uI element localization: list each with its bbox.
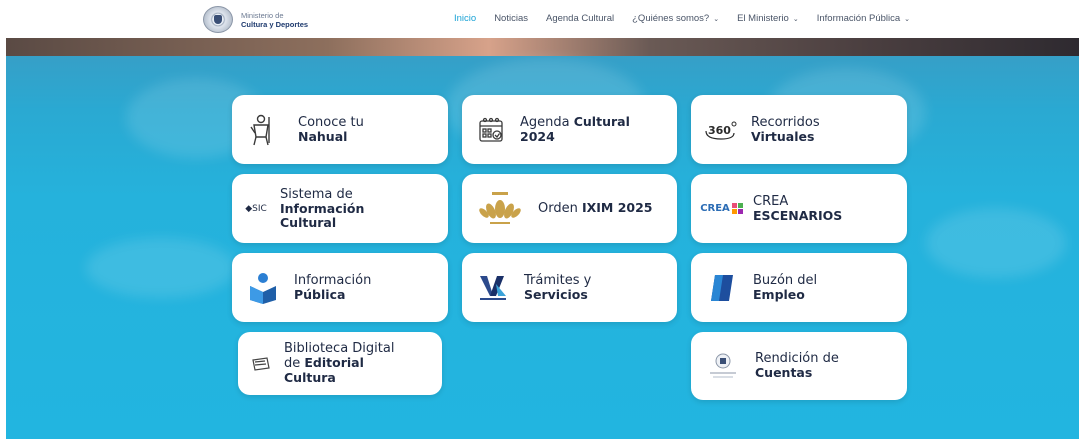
card-label-2: Empleo	[753, 286, 805, 302]
card-label-2: Nahual	[298, 128, 348, 144]
seal-icon	[691, 351, 755, 381]
card-label-2: 2024	[520, 129, 555, 144]
card-rendicion-cuentas[interactable]: Rendición de Cuentas	[691, 332, 907, 400]
sic-logo-icon: ◆ SIC	[245, 203, 267, 214]
calendar-icon	[462, 117, 520, 143]
card-label-1: Información	[294, 272, 372, 288]
card-conoce-nahual[interactable]: Conoce tu Nahual	[232, 95, 448, 164]
main-nav: Inicio Noticias Agenda Cultural ¿Quiénes…	[454, 13, 928, 24]
card-tramites-servicios[interactable]: Trámites y Servicios	[462, 253, 677, 322]
360-icon: 360	[691, 119, 751, 141]
card-label-1a: Orden	[538, 201, 582, 216]
card-label-1: Buzón del	[753, 272, 818, 288]
card-buzon-empleo[interactable]: Buzón del Empleo	[691, 253, 907, 322]
card-label-1: Rendición de	[755, 351, 839, 366]
ixim-emblem-icon	[462, 189, 538, 229]
logo-line2: Cultura y Deportes	[241, 19, 309, 29]
card-label-2b: Editorial	[304, 355, 364, 370]
card-label-1b: Cultural	[573, 114, 630, 129]
book-icon	[238, 356, 284, 372]
card-label-2: Información	[280, 200, 365, 216]
nav-inicio[interactable]: Inicio	[454, 13, 476, 24]
coat-of-arms-icon	[203, 6, 233, 33]
card-label-1b: IXIM 2025	[581, 200, 653, 215]
card-sistema-informacion-cultural[interactable]: ◆ SIC Sistema de Información Cultural	[232, 174, 448, 243]
card-label-3: Cultura	[284, 370, 336, 385]
card-label-1: Sistema de	[280, 186, 353, 202]
background-shape	[926, 208, 1066, 278]
card-label-1: CREA	[753, 193, 789, 209]
ministry-logo[interactable]: Ministerio de Cultura y Deportes	[203, 6, 308, 33]
card-label-1: Biblioteca Digital	[284, 341, 395, 356]
nav-el-ministerio[interactable]: El Ministerio ⌄	[737, 13, 799, 24]
card-biblioteca-digital[interactable]: Biblioteca Digital de Editorial Cultura	[238, 332, 442, 395]
employment-icon	[691, 273, 753, 303]
ventanilla-icon	[462, 274, 524, 302]
nav-agenda-cultural[interactable]: Agenda Cultural	[546, 13, 614, 24]
card-label-1: Trámites y	[524, 272, 592, 288]
card-label-2: Cuentas	[755, 365, 813, 380]
card-label-1a: Agenda	[520, 115, 574, 130]
card-recorridos-virtuales[interactable]: 360 Recorridos Virtuales	[691, 95, 907, 164]
chevron-down-icon: ⌄	[904, 16, 911, 23]
nav-informacion-publica[interactable]: Información Pública ⌄	[817, 13, 910, 24]
hero-section: Conoce tu Nahual Agenda Cultural 2024 36…	[6, 38, 1079, 439]
nav-noticias[interactable]: Noticias	[494, 13, 528, 24]
chevron-down-icon: ⌄	[713, 16, 720, 23]
card-label-2: Virtuales	[751, 128, 815, 144]
card-label-2: ESCENARIOS	[753, 207, 843, 223]
card-label-2: Pública	[294, 286, 346, 302]
svg-text:360: 360	[708, 124, 731, 137]
card-label-3: Cultural	[280, 214, 337, 230]
card-informacion-publica[interactable]: Información Pública	[232, 253, 448, 322]
site-header: Ministerio de Cultura y Deportes Inicio …	[0, 0, 1085, 38]
nav-quienes-somos[interactable]: ¿Quiénes somos? ⌄	[632, 13, 719, 24]
logo-line1: Ministerio de	[241, 10, 284, 20]
chevron-down-icon: ⌄	[792, 16, 799, 23]
nahual-figure-icon	[232, 113, 292, 147]
card-crea-escenarios[interactable]: CREA CREA ESCENARIOS	[691, 174, 907, 243]
card-label-2a: de	[284, 356, 305, 371]
card-agenda-cultural[interactable]: Agenda Cultural 2024	[462, 95, 677, 164]
card-label-1: Recorridos	[751, 114, 820, 130]
background-shape	[86, 238, 236, 298]
card-orden-ixim[interactable]: Orden IXIM 2025	[462, 174, 677, 243]
crea-logo-icon: CREA	[691, 202, 753, 215]
card-label-1: Conoce tu	[298, 114, 364, 130]
person-book-icon	[232, 272, 294, 304]
hero-photo-strip	[6, 38, 1079, 56]
card-label-2: Servicios	[524, 286, 588, 302]
